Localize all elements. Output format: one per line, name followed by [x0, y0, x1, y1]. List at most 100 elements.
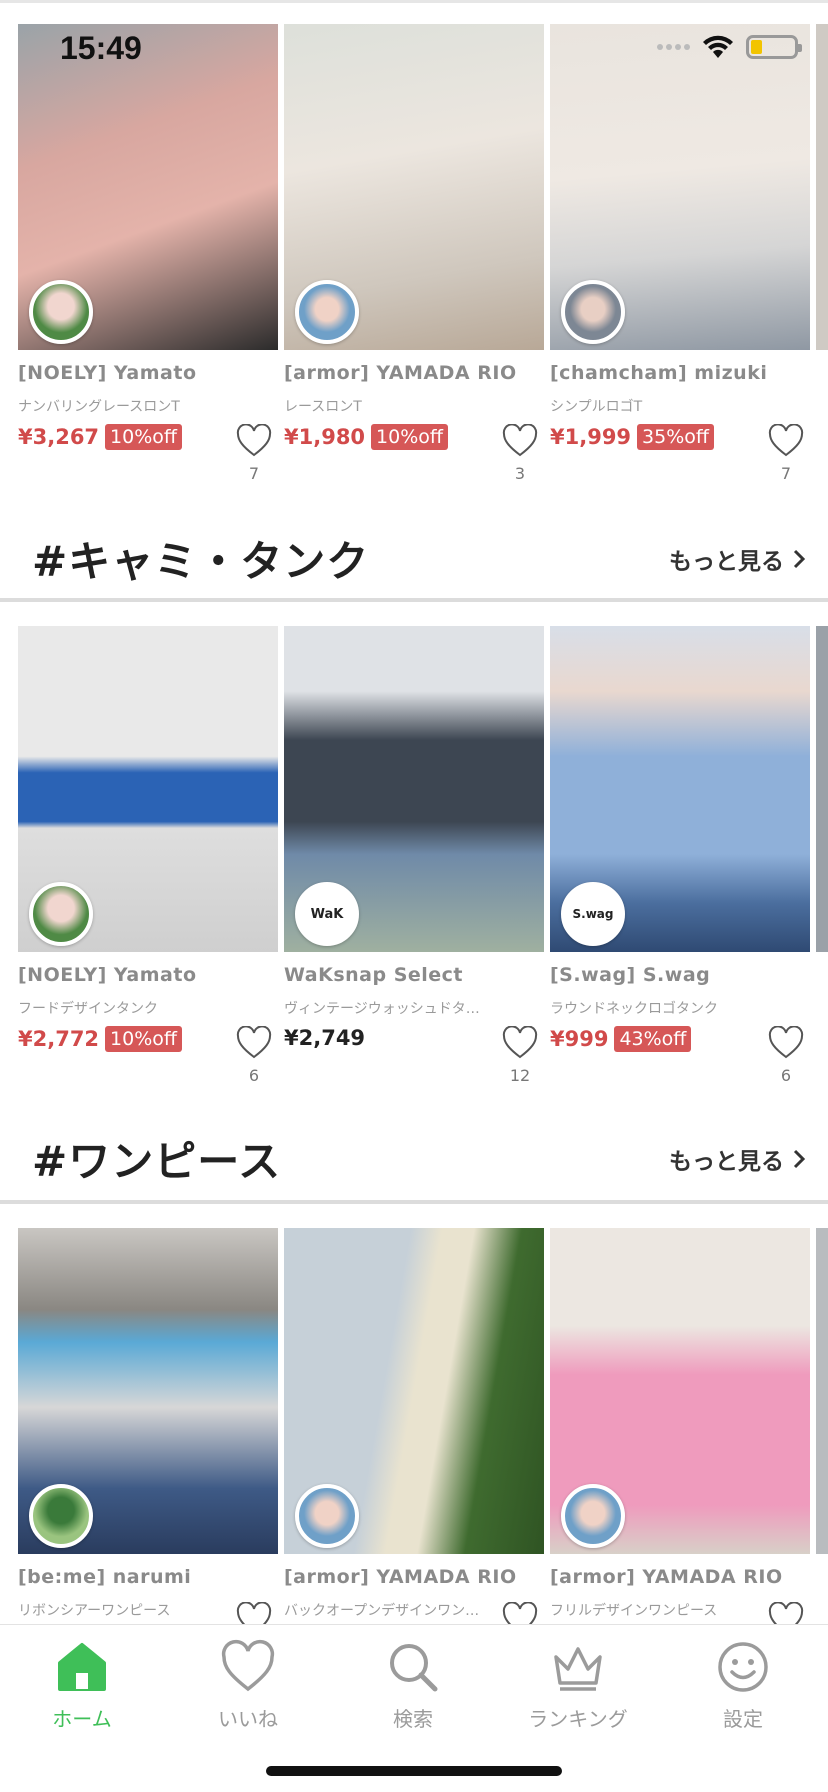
like-count: 6 [780, 1066, 792, 1085]
product-photo[interactable] [550, 24, 810, 350]
product-card[interactable]: [armor] YAMADA RIO フリルデザインワンピース [550, 1228, 810, 1624]
product-brand: [S.wag] S.wag [550, 964, 711, 986]
product-photo[interactable]: WaK [284, 626, 544, 952]
like-button[interactable]: 7 [236, 423, 272, 483]
product-photo[interactable] [284, 24, 544, 350]
product-desc: レースロンT [284, 399, 362, 415]
heart-icon [236, 423, 272, 457]
product-desc: フードデザインタンク [18, 1001, 158, 1017]
chevron-right-icon [793, 1149, 806, 1169]
product-photo[interactable]: S.wag [550, 626, 810, 952]
product-card[interactable]: S.wag [S.wag] S.wag ラウンドネックロゴタンク ¥999 43… [550, 626, 810, 1085]
battery-icon [746, 35, 802, 59]
product-desc: ラウンドネックロゴタンク [550, 1001, 718, 1017]
product-card[interactable]: [be:me] narumi リボンシアーワンピース [18, 1228, 278, 1624]
product-card[interactable]: [chamcham] mizuki シンプルロゴT ¥1,999 35%off … [550, 24, 810, 483]
product-card[interactable]: WaK WaKsnap Select ヴィンテージウォッシュドタンクトップ ¥2… [284, 626, 544, 1085]
product-brand: [NOELY] Yamato [18, 964, 197, 986]
next-card-peek [816, 626, 828, 952]
like-button[interactable]: 12 [502, 1025, 538, 1085]
product-desc: ヴィンテージウォッシュドタンクトップ [284, 1001, 489, 1017]
product-price: ¥3,267 [18, 425, 100, 449]
like-count: 12 [509, 1066, 531, 1085]
search-icon [390, 1644, 438, 1692]
like-button[interactable]: 6 [768, 1025, 804, 1085]
product-brand: WaKsnap Select [284, 964, 464, 986]
nav-likes[interactable]: いいね [183, 1639, 313, 1732]
like-button[interactable]: 7 [768, 423, 804, 483]
section-divider [0, 598, 828, 602]
shop-avatar[interactable] [295, 280, 359, 344]
nav-home[interactable]: ホーム [17, 1639, 147, 1732]
like-count: 3 [514, 464, 526, 483]
like-button[interactable] [768, 1601, 804, 1624]
like-button[interactable] [236, 1601, 272, 1624]
product-photo[interactable] [18, 24, 278, 350]
product-card[interactable]: [NOELY] Yamato フードデザインタンク ¥2,772 10%off … [18, 626, 278, 1085]
like-button[interactable]: 6 [236, 1025, 272, 1085]
product-row-1: [NOELY] Yamato ナンバリングレースロンT ¥3,267 10%of… [0, 24, 828, 494]
product-price: ¥1,980 [284, 425, 366, 449]
like-button[interactable]: 3 [502, 423, 538, 483]
product-brand: [be:me] narumi [18, 1566, 192, 1588]
product-photo[interactable] [550, 1228, 810, 1554]
smiley-icon [718, 1642, 768, 1692]
product-brand: [armor] YAMADA RIO [284, 1566, 517, 1588]
more-link[interactable]: もっと見る [669, 542, 808, 576]
product-photo[interactable] [18, 1228, 278, 1554]
shop-avatar[interactable] [561, 280, 625, 344]
more-link[interactable]: もっと見る [669, 1142, 808, 1176]
nav-search[interactable]: 検索 [348, 1639, 478, 1732]
section-header: #キャミ・タンク もっと見る [0, 528, 828, 598]
product-price: ¥2,772 [18, 1027, 100, 1051]
shop-avatar[interactable] [29, 280, 93, 344]
more-label: もっと見る [669, 549, 784, 575]
shop-avatar[interactable]: WaK [295, 882, 359, 946]
shop-avatar[interactable] [561, 1484, 625, 1548]
heart-icon [768, 1601, 804, 1624]
home-icon [58, 1643, 106, 1691]
shop-avatar[interactable]: S.wag [561, 882, 625, 946]
discount-badge: 10%off [105, 424, 182, 450]
section-title: #ワンピース [32, 1137, 282, 1186]
crown-icon [554, 1647, 602, 1691]
discount-badge: 43%off [614, 1026, 692, 1052]
like-count: 7 [248, 464, 260, 483]
product-desc: フリルデザインワンピース [550, 1603, 718, 1619]
shop-avatar[interactable] [29, 882, 93, 946]
product-card[interactable]: [armor] YAMADA RIO バックオープンデザインワンピース [284, 1228, 544, 1624]
product-card[interactable]: [armor] YAMADA RIO レースロンT ¥1,980 10%off … [284, 24, 544, 483]
nav-label: ランキング [528, 1707, 628, 1731]
shop-logo-text: S.wag [572, 907, 614, 921]
like-button[interactable] [502, 1601, 538, 1624]
next-card-peek [816, 24, 828, 350]
discount-badge: 10%off [371, 424, 448, 450]
nav-ranking[interactable]: ランキング [513, 1639, 643, 1732]
section-divider [0, 1200, 828, 1204]
home-indicator[interactable] [266, 1766, 562, 1776]
shop-logo-text: WaK [310, 906, 344, 922]
section-title: #キャミ・タンク [32, 537, 370, 586]
shop-avatar[interactable] [295, 1484, 359, 1548]
product-row-3: [be:me] narumi リボンシアーワンピース [armor] YAMAD… [0, 1228, 828, 1624]
discount-badge: 10%off [105, 1026, 182, 1052]
nav-label: 設定 [723, 1707, 763, 1731]
product-brand: [chamcham] mizuki [550, 362, 768, 384]
product-card[interactable]: [NOELY] Yamato ナンバリングレースロンT ¥3,267 10%of… [18, 24, 278, 483]
status-icons [657, 34, 802, 60]
like-count: 7 [780, 464, 792, 483]
heart-icon [502, 423, 538, 457]
product-brand: [armor] YAMADA RIO [550, 1566, 783, 1588]
heart-icon [768, 1025, 804, 1059]
nav-label: ホーム [52, 1707, 112, 1731]
signal-icon [657, 44, 690, 50]
shop-avatar[interactable] [29, 1484, 93, 1548]
product-photo[interactable] [18, 626, 278, 952]
status-time: 15:49 [60, 30, 142, 66]
heart-icon [502, 1025, 538, 1059]
nav-settings[interactable]: 設定 [678, 1639, 808, 1732]
next-card-peek [816, 1228, 828, 1554]
wifi-icon [703, 35, 733, 58]
heart-icon [768, 423, 804, 457]
product-photo[interactable] [284, 1228, 544, 1554]
